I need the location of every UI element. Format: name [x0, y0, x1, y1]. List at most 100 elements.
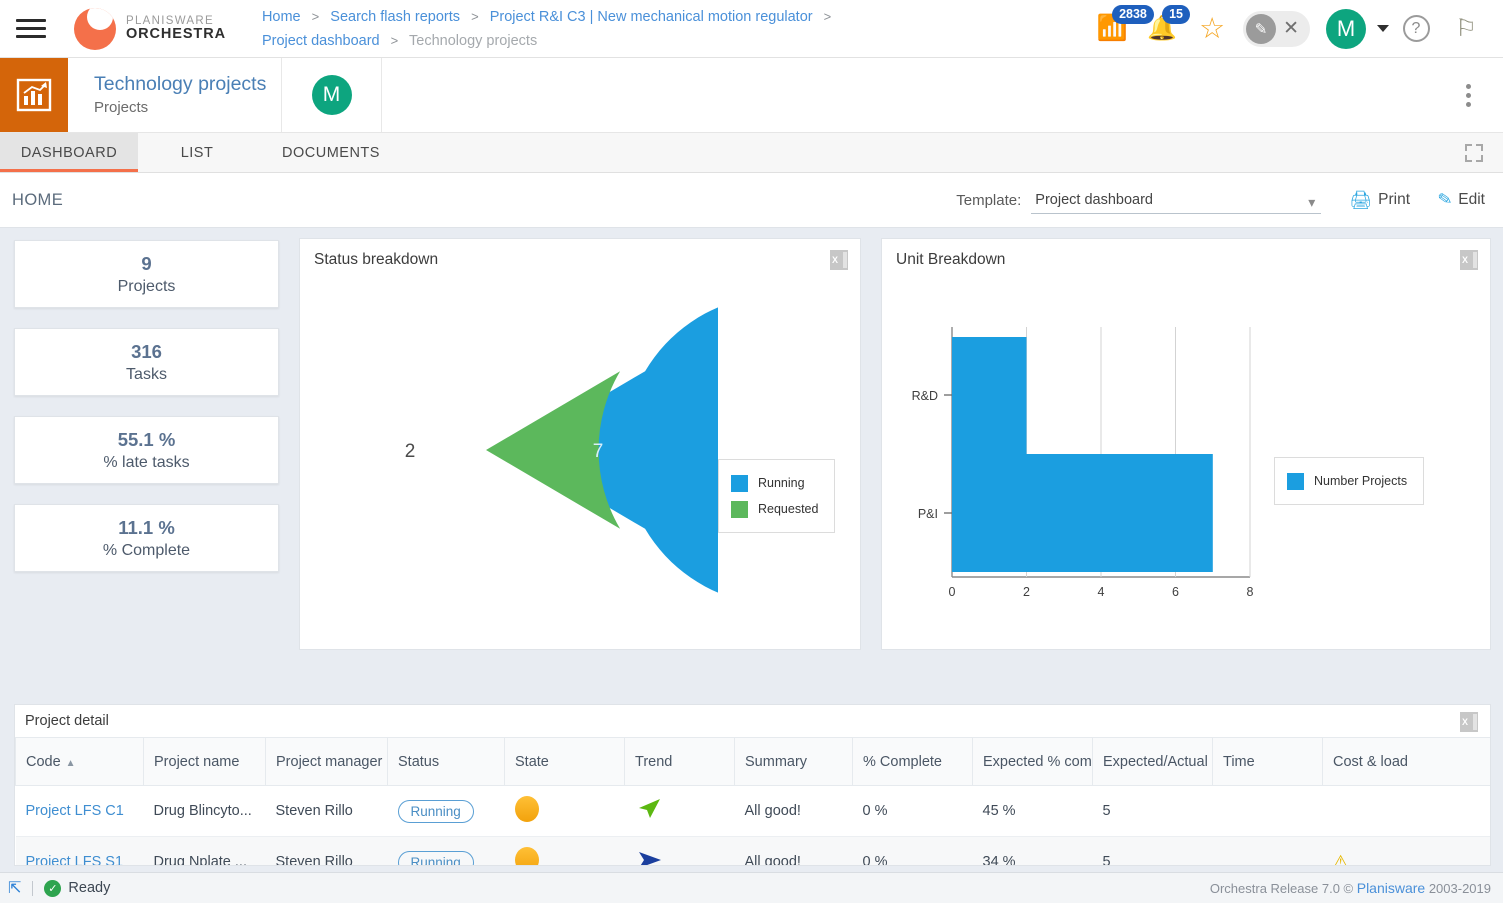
project-detail-table: Code ▲ Project name Project manager Statu…	[15, 737, 1490, 866]
breadcrumb-item-project-dashboard[interactable]: Project dashboard	[262, 33, 380, 49]
xtick-6: 6	[1172, 585, 1179, 599]
state-indicator-orange-icon	[514, 796, 539, 822]
status-badge: Running	[397, 799, 474, 823]
kpi-label: Projects	[117, 277, 176, 295]
hamburger-menu-icon[interactable]	[0, 19, 62, 38]
page-header-actions	[382, 58, 1503, 132]
user-avatar[interactable]: M	[1326, 8, 1366, 49]
print-button[interactable]: 🖨 Print	[1349, 190, 1410, 211]
kpi-card-complete[interactable]: 11.1 % % Complete	[14, 504, 279, 572]
kpi-card-late-tasks[interactable]: 55.1 % % late tasks	[14, 416, 279, 484]
status-badge: Running	[397, 850, 474, 865]
corner	[1476, 143, 1483, 151]
close-icon[interactable]: ✕	[1280, 17, 1302, 40]
column-header-expected-pct[interactable]: Expected % com	[972, 737, 1093, 786]
kpi-value: 316	[131, 340, 162, 362]
edit-mode-toggle[interactable]: ✎ ✕	[1243, 10, 1310, 47]
edit-screen-icon: ✎	[1246, 13, 1277, 44]
breadcrumb-separator-icon: >	[311, 8, 320, 24]
legend-swatch	[731, 500, 748, 518]
xtick-8: 8	[1247, 585, 1254, 599]
template-select[interactable]: Project dashboard	[1031, 186, 1322, 214]
fullscreen-button[interactable]	[1465, 133, 1503, 172]
print-label: Print	[1378, 191, 1411, 208]
export-excel-icon[interactable]: X	[1460, 250, 1478, 270]
project-detail-panel: Project detail X Code ▲ Project name Proj…	[14, 704, 1491, 866]
flag-button[interactable]: ⚐	[1443, 5, 1489, 53]
corner	[1465, 154, 1472, 162]
column-header-expected-actual[interactable]: Expected/Actual	[1092, 737, 1213, 786]
kpi-card-tasks[interactable]: 316 Tasks	[14, 328, 279, 396]
export-excel-icon[interactable]: X	[830, 250, 848, 270]
notifications-button[interactable]: 🔔 15	[1139, 4, 1190, 53]
column-header-summary[interactable]: Summary	[734, 737, 853, 786]
hamburger-line	[16, 35, 46, 38]
legend-item-requested[interactable]: Requested	[731, 496, 818, 522]
copyright-pre: Orchestra Release 7.0 ©	[1209, 881, 1357, 896]
cell-expected-actual: 5	[1092, 785, 1213, 837]
star-icon: ☆	[1199, 13, 1226, 45]
column-header-code[interactable]: Code ▲	[15, 737, 144, 786]
unit-breakdown-chart: R&D P&I 0 2 4 6 8 Number Projects	[882, 269, 1490, 629]
edit-button[interactable]: ✎ Edit	[1436, 189, 1485, 210]
more-options-icon[interactable]	[1456, 74, 1481, 117]
tab-bar: DASHBOARD LIST DOCUMENTS	[0, 133, 1503, 173]
template-select-wrapper: Project dashboard ▾	[1031, 186, 1322, 214]
column-header-time[interactable]: Time	[1212, 737, 1323, 786]
warning-icon[interactable]: ⚠	[1333, 852, 1349, 866]
favorites-button[interactable]: ☆	[1189, 5, 1235, 53]
status-breakdown-panel: Status breakdown X 7 2 Running Requested	[299, 238, 861, 650]
table-row[interactable]: Project LFS C1 Drug Blincyto... Steven R…	[15, 785, 1490, 837]
help-icon: ?	[1402, 15, 1430, 42]
tab-dashboard[interactable]: DASHBOARD	[0, 133, 138, 172]
breadcrumb-item-project-ri-c3[interactable]: Project R&I C3 | New mechanical motion r…	[490, 9, 813, 25]
export-excel-icon[interactable]: X	[1460, 712, 1478, 732]
project-link[interactable]: Project LFS C1	[26, 803, 124, 819]
kebab-dot	[1466, 83, 1471, 89]
bar-rd[interactable]	[952, 337, 1027, 454]
table-row[interactable]: Project LFS S1 Drug Nplate ... Steven Ri…	[15, 836, 1490, 866]
cell-expected-pct: 45 %	[972, 785, 1093, 837]
xtick-4: 4	[1098, 585, 1105, 599]
brand-logo[interactable]: PLANISWARE ORCHESTRA	[74, 7, 226, 50]
column-header-cost-load[interactable]: Cost & load	[1322, 737, 1490, 786]
restore-window-icon[interactable]: ⇱	[8, 878, 21, 898]
cell-summary: All good!	[734, 836, 853, 865]
breadcrumb-item-search-flash-reports[interactable]: Search flash reports	[330, 9, 460, 25]
corner	[1476, 154, 1483, 162]
bar-pi[interactable]	[952, 454, 1213, 572]
legend-item-number-projects[interactable]: Number Projects	[1287, 468, 1407, 494]
column-header-state[interactable]: State	[504, 737, 625, 786]
status-breakdown-title: Status breakdown	[314, 251, 439, 268]
column-header-pct-complete[interactable]: % Complete	[852, 737, 973, 786]
legend-item-running[interactable]: Running	[731, 470, 818, 496]
column-header-trend[interactable]: Trend	[624, 737, 735, 786]
kebab-dot	[1466, 92, 1471, 98]
flag-icon: ⚐	[1455, 15, 1477, 42]
breadcrumb-item-home[interactable]: Home	[262, 9, 301, 25]
cell-expected-actual: 5	[1092, 836, 1213, 865]
brand-name-bottom: ORCHESTRA	[126, 25, 226, 42]
trend-arrow-flat-blue-icon	[638, 852, 661, 865]
column-header-project-name[interactable]: Project name	[143, 737, 266, 786]
project-link[interactable]: Project LFS S1	[26, 854, 124, 865]
tab-list[interactable]: LIST	[138, 133, 256, 172]
page-owner-avatar[interactable]: M	[311, 75, 352, 115]
dashboard-home-label: HOME	[12, 190, 64, 209]
corner	[1465, 143, 1472, 151]
cell-time	[1212, 785, 1323, 837]
cell-pct-complete: 0 %	[852, 836, 973, 865]
cell-cost-load: ⚠	[1322, 836, 1490, 866]
user-menu-chevron-down-icon[interactable]	[1377, 25, 1389, 32]
help-button[interactable]: ?	[1393, 5, 1439, 53]
kpi-label: % Complete	[102, 541, 191, 559]
breadcrumb-separator-icon: >	[390, 32, 399, 48]
top-bar: PLANISWARE ORCHESTRA Home > Search flash…	[0, 0, 1503, 58]
tab-documents[interactable]: DOCUMENTS	[256, 133, 406, 172]
status-breakdown-legend: Running Requested	[718, 459, 836, 533]
column-header-status[interactable]: Status	[387, 737, 505, 786]
column-header-project-manager[interactable]: Project manager	[265, 737, 388, 786]
cell-project-manager: Steven Rillo	[265, 785, 388, 837]
kpi-card-projects[interactable]: 9 Projects	[14, 240, 279, 308]
rss-feed-button[interactable]: 📶 2838	[1089, 4, 1154, 53]
